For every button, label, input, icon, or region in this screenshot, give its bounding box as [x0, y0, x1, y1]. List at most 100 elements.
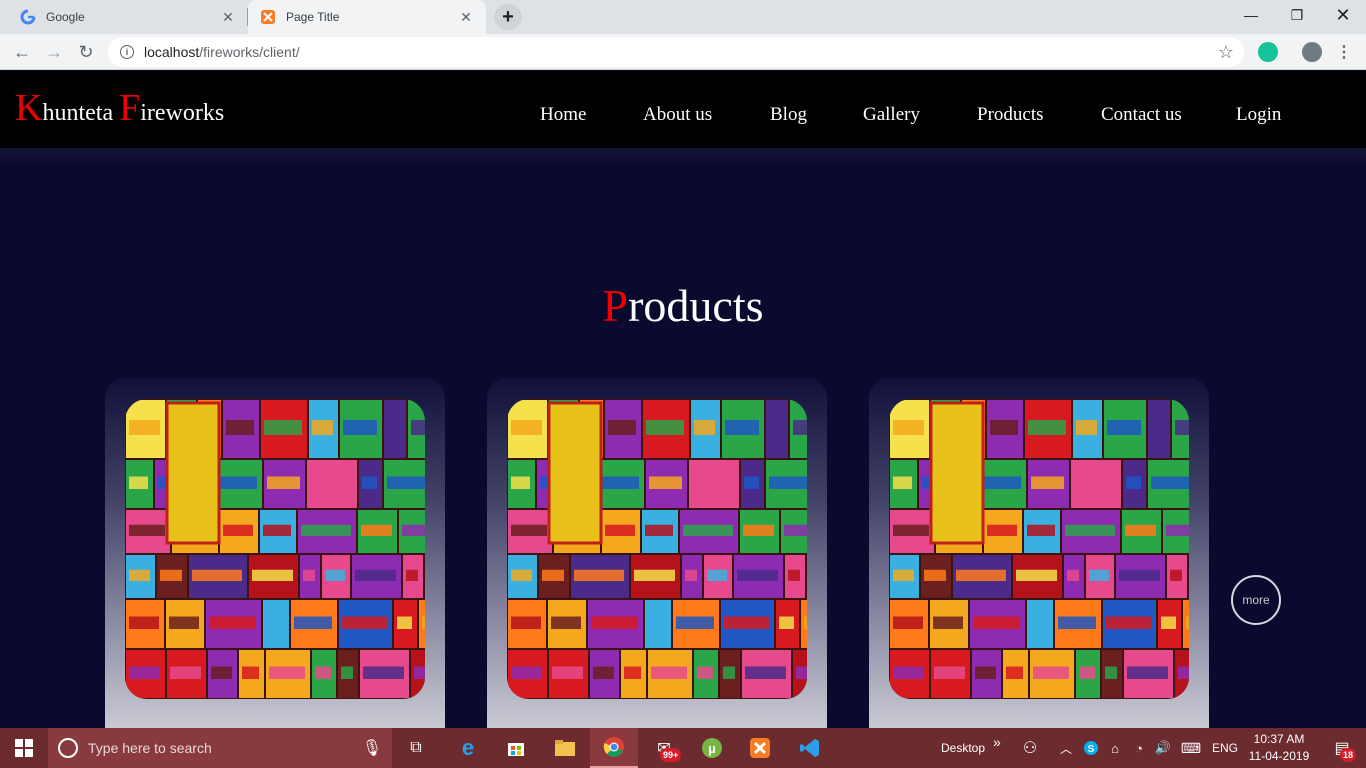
power-plug-icon[interactable]: ⌂	[1104, 728, 1126, 768]
nav-contact-us[interactable]: Contact us	[1101, 104, 1182, 126]
firework-box-label	[973, 616, 1020, 629]
notifications-badge: 18	[1340, 748, 1357, 762]
product-card[interactable]	[487, 378, 827, 728]
taskbar-search-input[interactable]: Type here to search	[48, 728, 392, 768]
chevron-up-icon[interactable]: ︿	[1054, 728, 1078, 768]
site-header: Khunteta Fireworks Home About us Blog Ga…	[0, 71, 1366, 148]
nav-blog[interactable]: Blog	[770, 104, 807, 126]
close-window-icon[interactable]: ✕	[1320, 0, 1366, 30]
menu-dots-icon[interactable]: ⋮	[1330, 38, 1358, 66]
edge-icon[interactable]: e	[444, 728, 492, 768]
forward-arrow-icon[interactable]: →	[40, 38, 68, 66]
firework-box-label	[784, 524, 807, 536]
language-indicator[interactable]: ENG	[1212, 728, 1238, 768]
keyboard-icon[interactable]: ⌨	[1178, 728, 1204, 768]
firework-box-label	[593, 666, 614, 679]
info-icon[interactable]: i	[120, 45, 134, 59]
firework-box-label	[511, 476, 530, 489]
tab-google[interactable]: Google ✕	[8, 0, 248, 34]
people-icon[interactable]: ⚇	[1008, 728, 1052, 768]
action-center-icon[interactable]: ▤18	[1318, 728, 1366, 768]
firework-box-label	[511, 569, 532, 581]
file-explorer-icon[interactable]	[541, 728, 589, 768]
firework-box-label	[987, 524, 1017, 536]
firework-box-label	[796, 666, 807, 679]
firework-box-label	[192, 569, 242, 581]
firework-box-label	[511, 524, 547, 536]
firework-box-label	[574, 569, 624, 581]
store-icon[interactable]	[492, 728, 540, 768]
firework-box-label	[651, 666, 687, 679]
fireworks-product-image[interactable]	[507, 399, 807, 699]
firework-box-label	[1016, 569, 1057, 581]
nav-gallery[interactable]: Gallery	[863, 104, 920, 126]
profile-avatar[interactable]	[1302, 42, 1322, 62]
firework-box-label	[406, 569, 418, 581]
back-arrow-icon[interactable]: ←	[8, 38, 36, 66]
tab-page-title[interactable]: Page Title ✕	[248, 0, 486, 34]
firework-box-label	[1166, 524, 1189, 536]
mail-badge: 99+	[660, 748, 682, 762]
firework-box-label	[1065, 524, 1115, 536]
nav-login[interactable]: Login	[1236, 104, 1281, 126]
firework-box-label	[779, 616, 794, 629]
close-tab-icon[interactable]: ✕	[458, 9, 474, 25]
clock-date: 11-04-2019	[1248, 749, 1310, 763]
restore-icon[interactable]: ❐	[1274, 0, 1320, 30]
desktop-toolbar[interactable]: Desktop »	[941, 728, 1001, 768]
url-path: /fireworks/client/	[199, 44, 300, 60]
firework-box-label	[312, 420, 333, 435]
firework-box-label	[723, 666, 735, 679]
bookmark-star-icon[interactable]: ☆	[1218, 42, 1234, 63]
more-button[interactable]: more	[1231, 575, 1281, 625]
firework-box-label	[924, 569, 946, 581]
minimize-icon[interactable]: —	[1228, 0, 1274, 30]
firework-box-label	[683, 524, 733, 536]
firework-box-label	[252, 569, 293, 581]
volume-icon[interactable]: 🔊	[1152, 728, 1174, 768]
xampp-icon[interactable]	[736, 728, 784, 768]
firework-box-label	[129, 616, 159, 629]
firework-box-label	[223, 524, 253, 536]
nav-products[interactable]: Products	[977, 104, 1044, 126]
address-bar[interactable]: i localhost/fireworks/client/ ☆	[108, 37, 1244, 67]
vscode-icon[interactable]	[786, 728, 834, 768]
firework-box-label	[1151, 476, 1189, 489]
reload-icon[interactable]: ↻	[72, 38, 100, 66]
firework-box-label	[414, 666, 425, 679]
mail-icon[interactable]: ✉99+	[640, 728, 688, 768]
windows-start-icon[interactable]	[0, 728, 48, 768]
nav-home[interactable]: Home	[540, 104, 586, 126]
fireworks-product-image[interactable]	[125, 399, 425, 699]
firework-box-label	[269, 666, 305, 679]
grammarly-icon[interactable]	[1258, 42, 1278, 62]
product-card[interactable]	[105, 378, 445, 728]
task-view-icon[interactable]: ⧉	[392, 728, 440, 768]
chrome-icon[interactable]	[590, 728, 638, 768]
site-logo[interactable]: Khunteta Fireworks	[15, 89, 224, 127]
firework-box-label	[1127, 666, 1168, 679]
product-card[interactable]	[869, 378, 1209, 728]
taskbar-clock[interactable]: 10:37 AM 11-04-2019	[1240, 731, 1318, 765]
skype-icon[interactable]: S	[1080, 728, 1102, 768]
fireworks-product-image[interactable]	[889, 399, 1189, 699]
firework-box-label	[211, 666, 232, 679]
microphone-icon[interactable]: 🎙	[348, 728, 396, 768]
firework-box-label	[511, 616, 541, 629]
logo-initial-f: F	[119, 87, 141, 129]
firework-box-label	[343, 420, 377, 435]
search-placeholder: Type here to search	[88, 740, 212, 756]
firework-box-label	[266, 616, 284, 629]
firework-box-label	[242, 666, 259, 679]
close-tab-icon[interactable]: ✕	[220, 9, 236, 25]
firework-box-label	[1175, 420, 1189, 435]
new-tab-button[interactable]: +	[494, 4, 522, 30]
logo-word-1: hunteta	[42, 100, 120, 126]
nav-about-us[interactable]: About us	[643, 104, 712, 126]
browser-toolbar: ← → ↻ i localhost/fireworks/client/ ☆ ⋮	[0, 34, 1366, 70]
firework-box-label	[422, 616, 425, 629]
utorrent-icon[interactable]: µ	[688, 728, 736, 768]
firework-box-label	[1033, 666, 1069, 679]
browser-tabstrip: Google ✕ Page Title ✕ + — ❐ ✕	[0, 0, 1366, 34]
wifi-icon[interactable]: ◔	[1128, 728, 1150, 768]
